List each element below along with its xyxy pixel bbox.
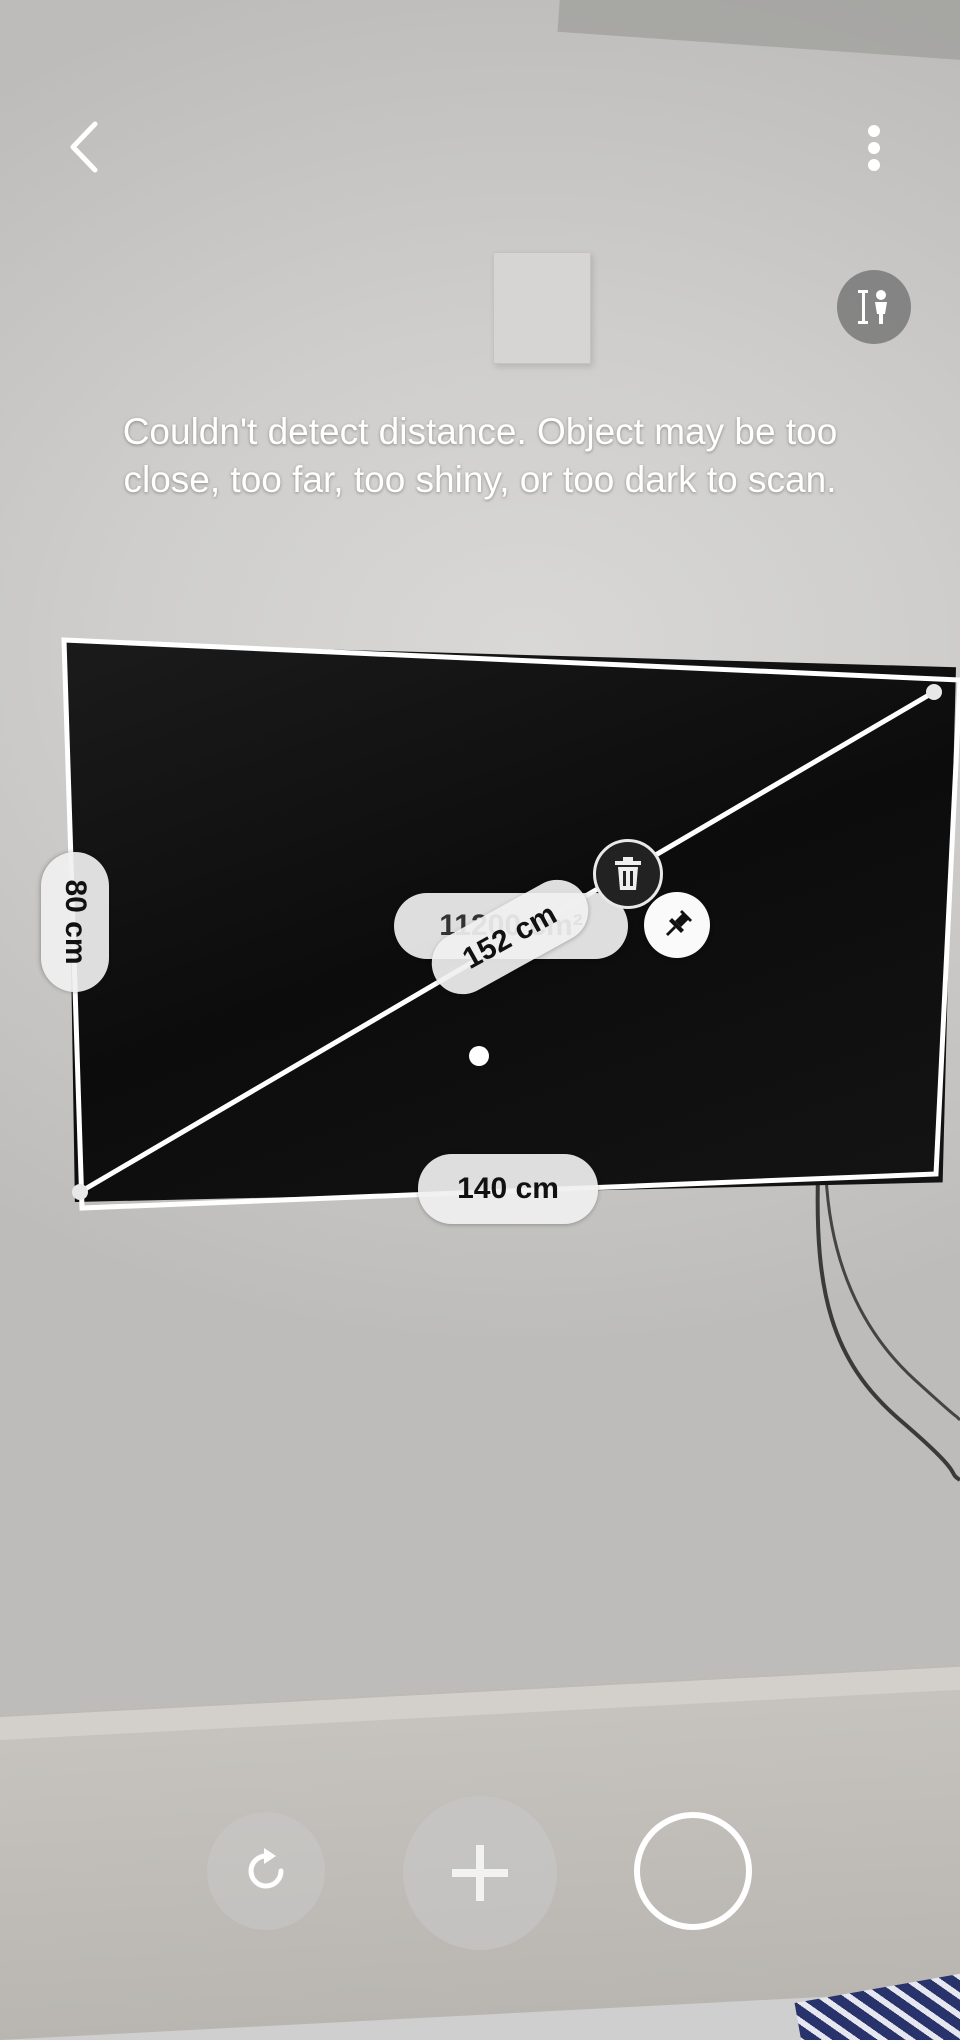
height-label: 80 cm bbox=[41, 852, 109, 992]
back-arrow-icon bbox=[70, 121, 98, 173]
reset-icon bbox=[248, 1848, 284, 1889]
pin-icon bbox=[665, 909, 693, 937]
center-point bbox=[469, 1046, 489, 1066]
add-point-button[interactable] bbox=[403, 1796, 557, 1950]
add-point-icon bbox=[452, 1845, 508, 1901]
camera-view[interactable]: 11200 cm² 152 cm 80 cm 140 cm bbox=[0, 0, 960, 2040]
instruction-line-2: close, too far, too shiny, or too dark t… bbox=[123, 459, 837, 500]
more-options-icon bbox=[868, 125, 880, 171]
instruction-message: Couldn't detect distance. Object may be … bbox=[60, 408, 900, 504]
pin-measurement-button[interactable] bbox=[644, 892, 710, 958]
endpoint-top-right[interactable] bbox=[926, 684, 942, 700]
height-mode-button[interactable] bbox=[837, 270, 911, 344]
back-button[interactable] bbox=[52, 112, 116, 182]
capture-button[interactable] bbox=[634, 1812, 752, 1930]
width-label: 140 cm bbox=[418, 1154, 598, 1224]
reset-button[interactable] bbox=[207, 1812, 325, 1930]
person-height-icon bbox=[858, 290, 887, 324]
measurement-overlay bbox=[61, 637, 960, 1211]
more-options-button[interactable] bbox=[852, 118, 896, 178]
delete-measurement-button[interactable] bbox=[593, 839, 663, 909]
instruction-line-1: Couldn't detect distance. Object may be … bbox=[122, 411, 838, 452]
endpoint-bottom-left[interactable] bbox=[72, 1184, 88, 1200]
trash-icon bbox=[615, 857, 641, 890]
